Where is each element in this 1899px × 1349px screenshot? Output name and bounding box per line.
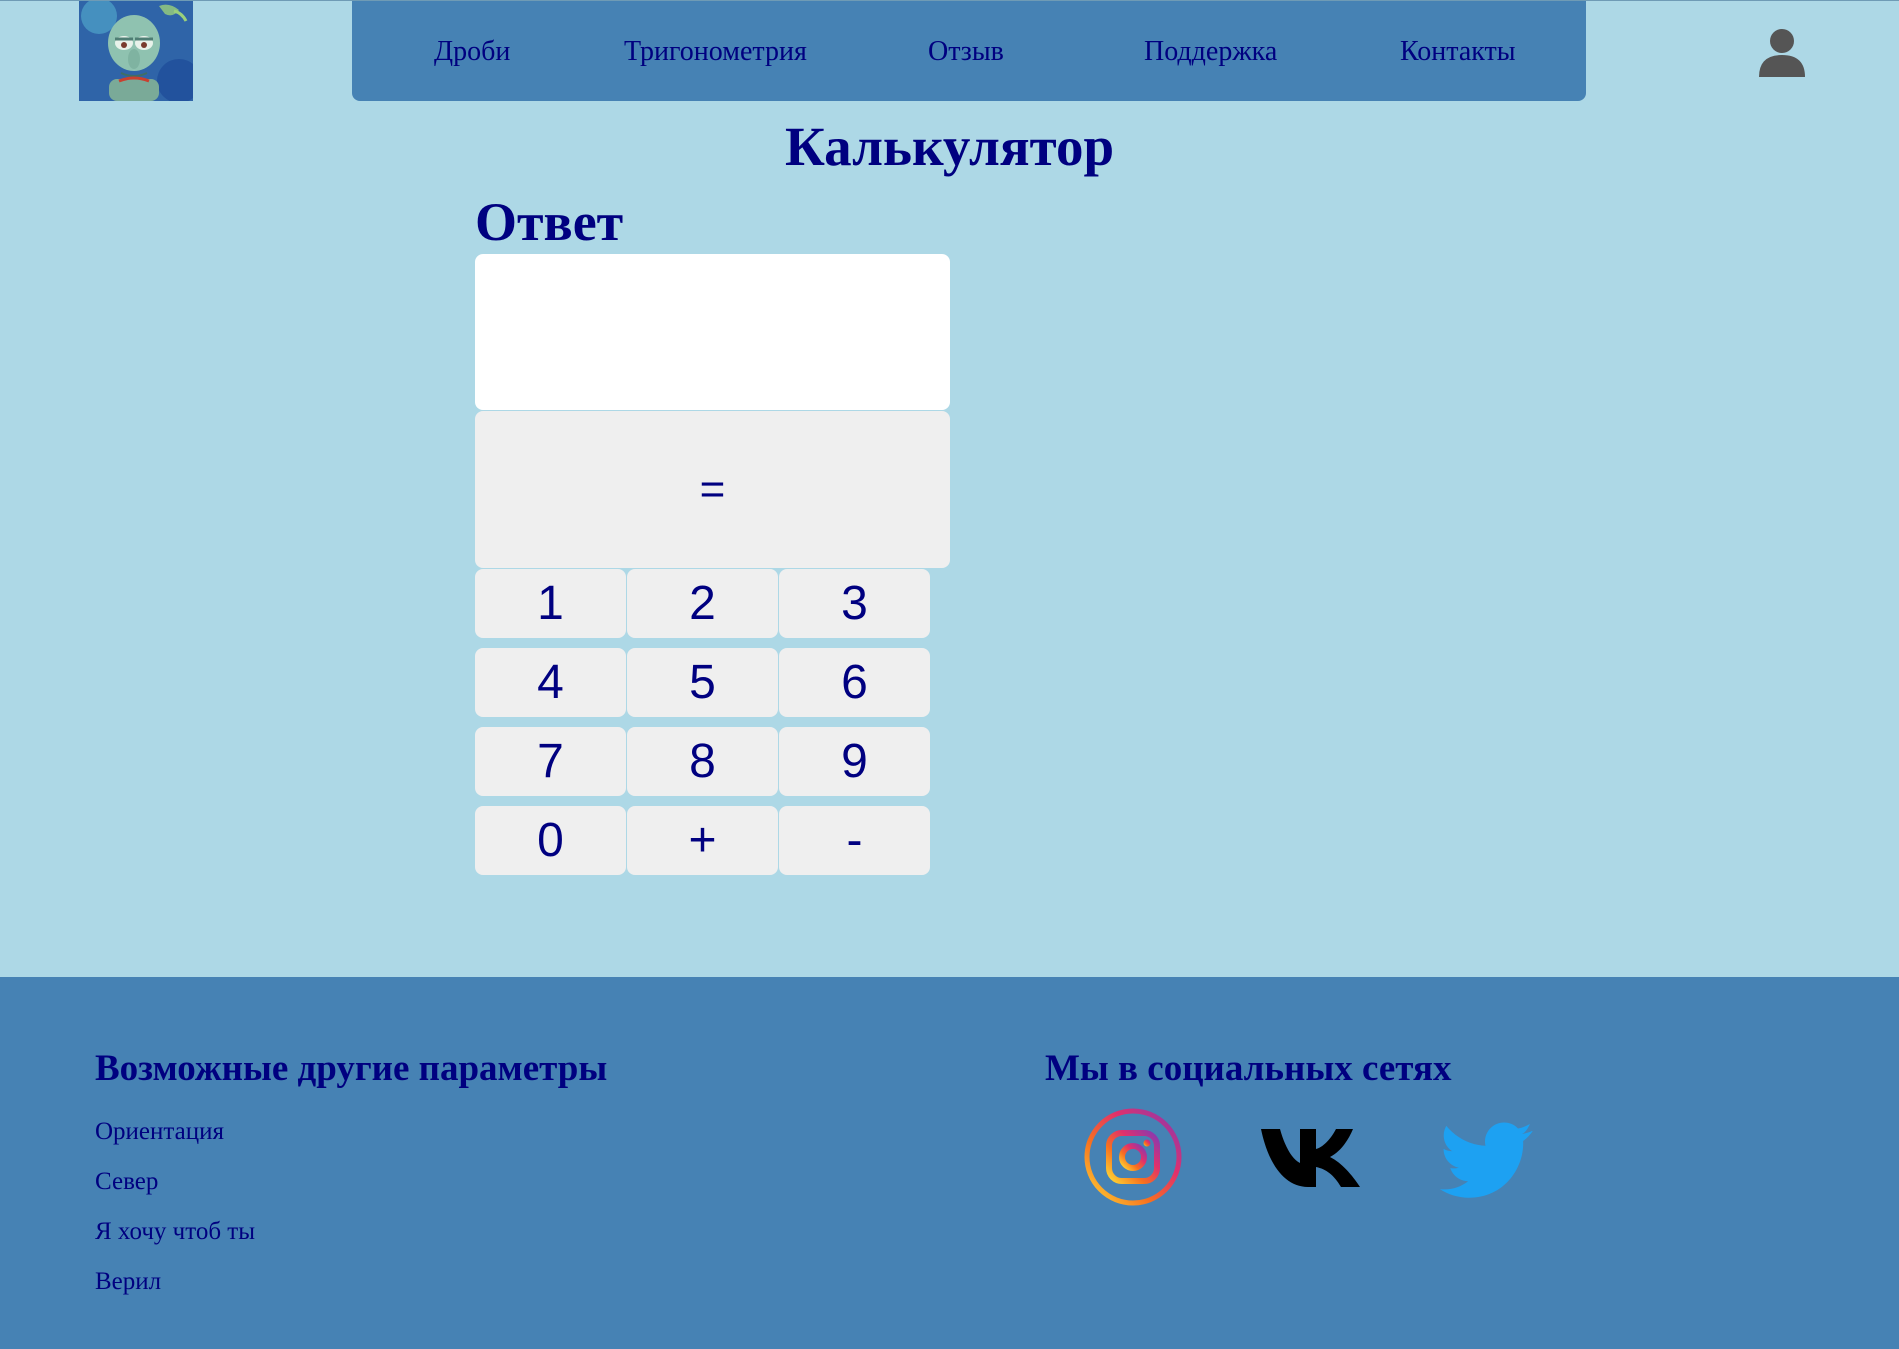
twitter-icon[interactable] xyxy=(1438,1107,1538,1207)
page-title: Калькулятор xyxy=(784,116,1115,177)
key-8-button[interactable]: 8 xyxy=(627,727,778,796)
footer-params-heading: Возможные другие параметры xyxy=(95,1048,608,1089)
key-9-button[interactable]: 9 xyxy=(779,727,930,796)
main-navigation: Дроби Тригонометрия Отзыв Поддержка Конт… xyxy=(352,1,1586,101)
answer-display xyxy=(475,254,950,410)
footer: Возможные другие параметры Ориентация Се… xyxy=(0,977,1899,1349)
nav-link-fractions[interactable]: Дроби xyxy=(434,1,510,101)
footer-link-north[interactable]: Север xyxy=(95,1167,158,1197)
key-5-button[interactable]: 5 xyxy=(627,648,778,717)
squidward-avatar-logo xyxy=(79,1,193,101)
footer-link-believe[interactable]: Верил xyxy=(95,1267,161,1297)
plus-button[interactable]: + xyxy=(627,806,778,875)
key-0-button[interactable]: 0 xyxy=(475,806,626,875)
key-2-button[interactable]: 2 xyxy=(627,569,778,638)
key-1-button[interactable]: 1 xyxy=(475,569,626,638)
nav-link-feedback[interactable]: Отзыв xyxy=(928,1,1004,101)
nav-link-contacts[interactable]: Контакты xyxy=(1400,1,1516,101)
user-profile-icon[interactable] xyxy=(1757,27,1807,77)
answer-label: Ответ xyxy=(475,192,624,252)
minus-button[interactable]: - xyxy=(779,806,930,875)
footer-social-heading: Мы в социальных сетях xyxy=(1045,1048,1452,1089)
nav-link-support[interactable]: Поддержка xyxy=(1144,1,1277,101)
instagram-icon[interactable] xyxy=(1083,1107,1183,1207)
vk-icon[interactable] xyxy=(1260,1107,1360,1207)
nav-link-trigonometry[interactable]: Тригонометрия xyxy=(624,1,807,101)
equals-button[interactable]: = xyxy=(475,411,950,568)
key-6-button[interactable]: 6 xyxy=(779,648,930,717)
key-7-button[interactable]: 7 xyxy=(475,727,626,796)
key-4-button[interactable]: 4 xyxy=(475,648,626,717)
footer-link-orientation[interactable]: Ориентация xyxy=(95,1117,224,1147)
key-3-button[interactable]: 3 xyxy=(779,569,930,638)
footer-link-i-want[interactable]: Я хочу чтоб ты xyxy=(95,1217,255,1247)
